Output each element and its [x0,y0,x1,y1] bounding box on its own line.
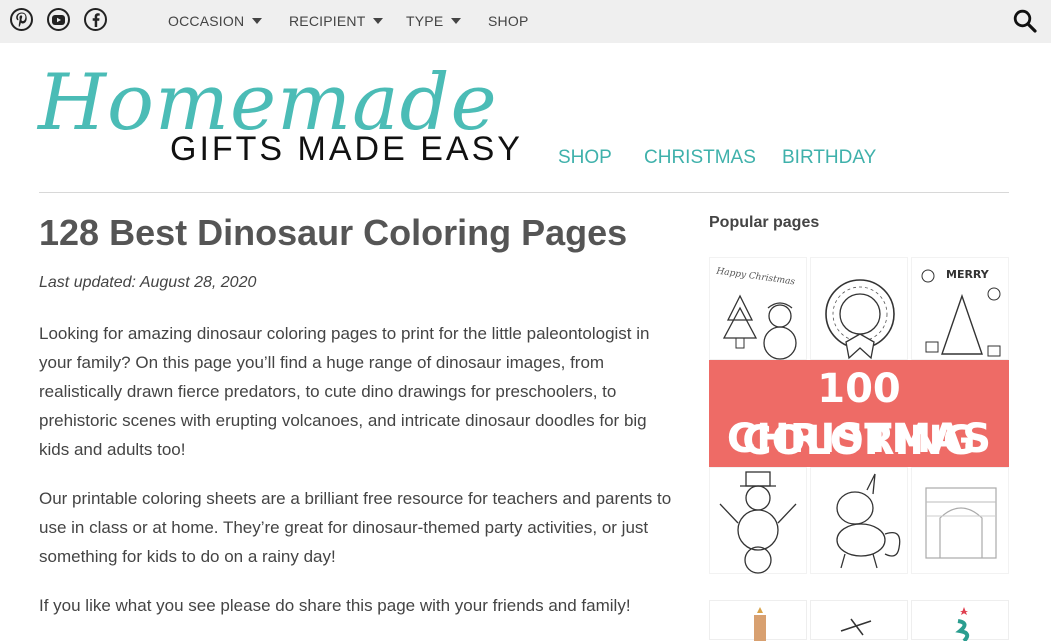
nav-recipient[interactable]: RECIPIENT [289,0,384,43]
last-updated: Last updated: August 28, 2020 [39,274,257,291]
thumb-snowflake [810,600,908,640]
wreath-icon [825,279,895,360]
thumb-christmas-tree: Happy Christmas [709,257,807,360]
thumb-ornament [709,600,807,641]
thumb-wreath [810,257,908,360]
chevron-down-icon [373,18,384,25]
popular-page-card[interactable]: Happy Christmas MERRY 100 CHRISTMAS COLO… [709,257,1009,574]
star-icon [955,607,970,641]
popular-page-card-2[interactable] [709,600,1009,641]
promo-banner: 100 CHRISTMAS COLORING PAGES [709,360,1009,514]
unicorn-icon [836,473,901,569]
intro-paragraph: Looking for amazing dinosaur coloring pa… [39,324,650,459]
mainnav-birthday[interactable]: BIRTHDAY [782,147,876,169]
nav-occasion[interactable]: OCCASION [168,0,263,43]
search-icon[interactable] [1013,9,1037,33]
logo-subtitle: GIFTS MADE EASY [170,130,523,168]
nav-shop-label: SHOP [488,13,529,29]
chevron-down-icon [252,18,263,25]
nav-type-label: TYPE [406,13,444,29]
sidebar-title: Popular pages [709,214,820,231]
christmas-tree-icon [921,269,1001,357]
nav-shop[interactable]: SHOP [488,0,528,43]
snowflake-icon [840,618,872,636]
chevron-down-icon [451,18,462,25]
mainnav-christmas[interactable]: CHRISTMAS [644,147,756,169]
snowman-icon [719,471,797,574]
youtube-icon[interactable] [47,8,70,31]
header-divider [39,192,1009,193]
thumb-snowman [709,467,807,574]
top-bar: OCCASION RECIPIENT TYPE SHOP [0,0,1051,43]
nav-occasion-label: OCCASION [168,13,245,29]
thumb-unicorn [810,467,908,574]
body-paragraph: Our printable coloring sheets are a bril… [39,489,672,566]
facebook-icon[interactable] [84,8,107,31]
pinterest-icon[interactable] [10,8,33,31]
fireplace-icon [925,487,997,559]
thumb-merry-tree: MERRY [911,257,1009,360]
thumb-tree-color [911,600,1009,641]
site-logo[interactable]: Homemade GIFTS MADE EASY [38,58,528,168]
page-title: 128 Best Dinosaur Coloring Pages [39,212,628,253]
share-paragraph: If you like what you see please do share… [39,596,631,615]
tree-snowman-icon [722,294,797,360]
thumb-fireplace [911,467,1009,574]
nav-type[interactable]: TYPE [406,0,462,43]
nav-recipient-label: RECIPIENT [289,13,366,29]
gingerbread-icon [754,607,766,641]
mainnav-shop[interactable]: SHOP [558,147,612,169]
